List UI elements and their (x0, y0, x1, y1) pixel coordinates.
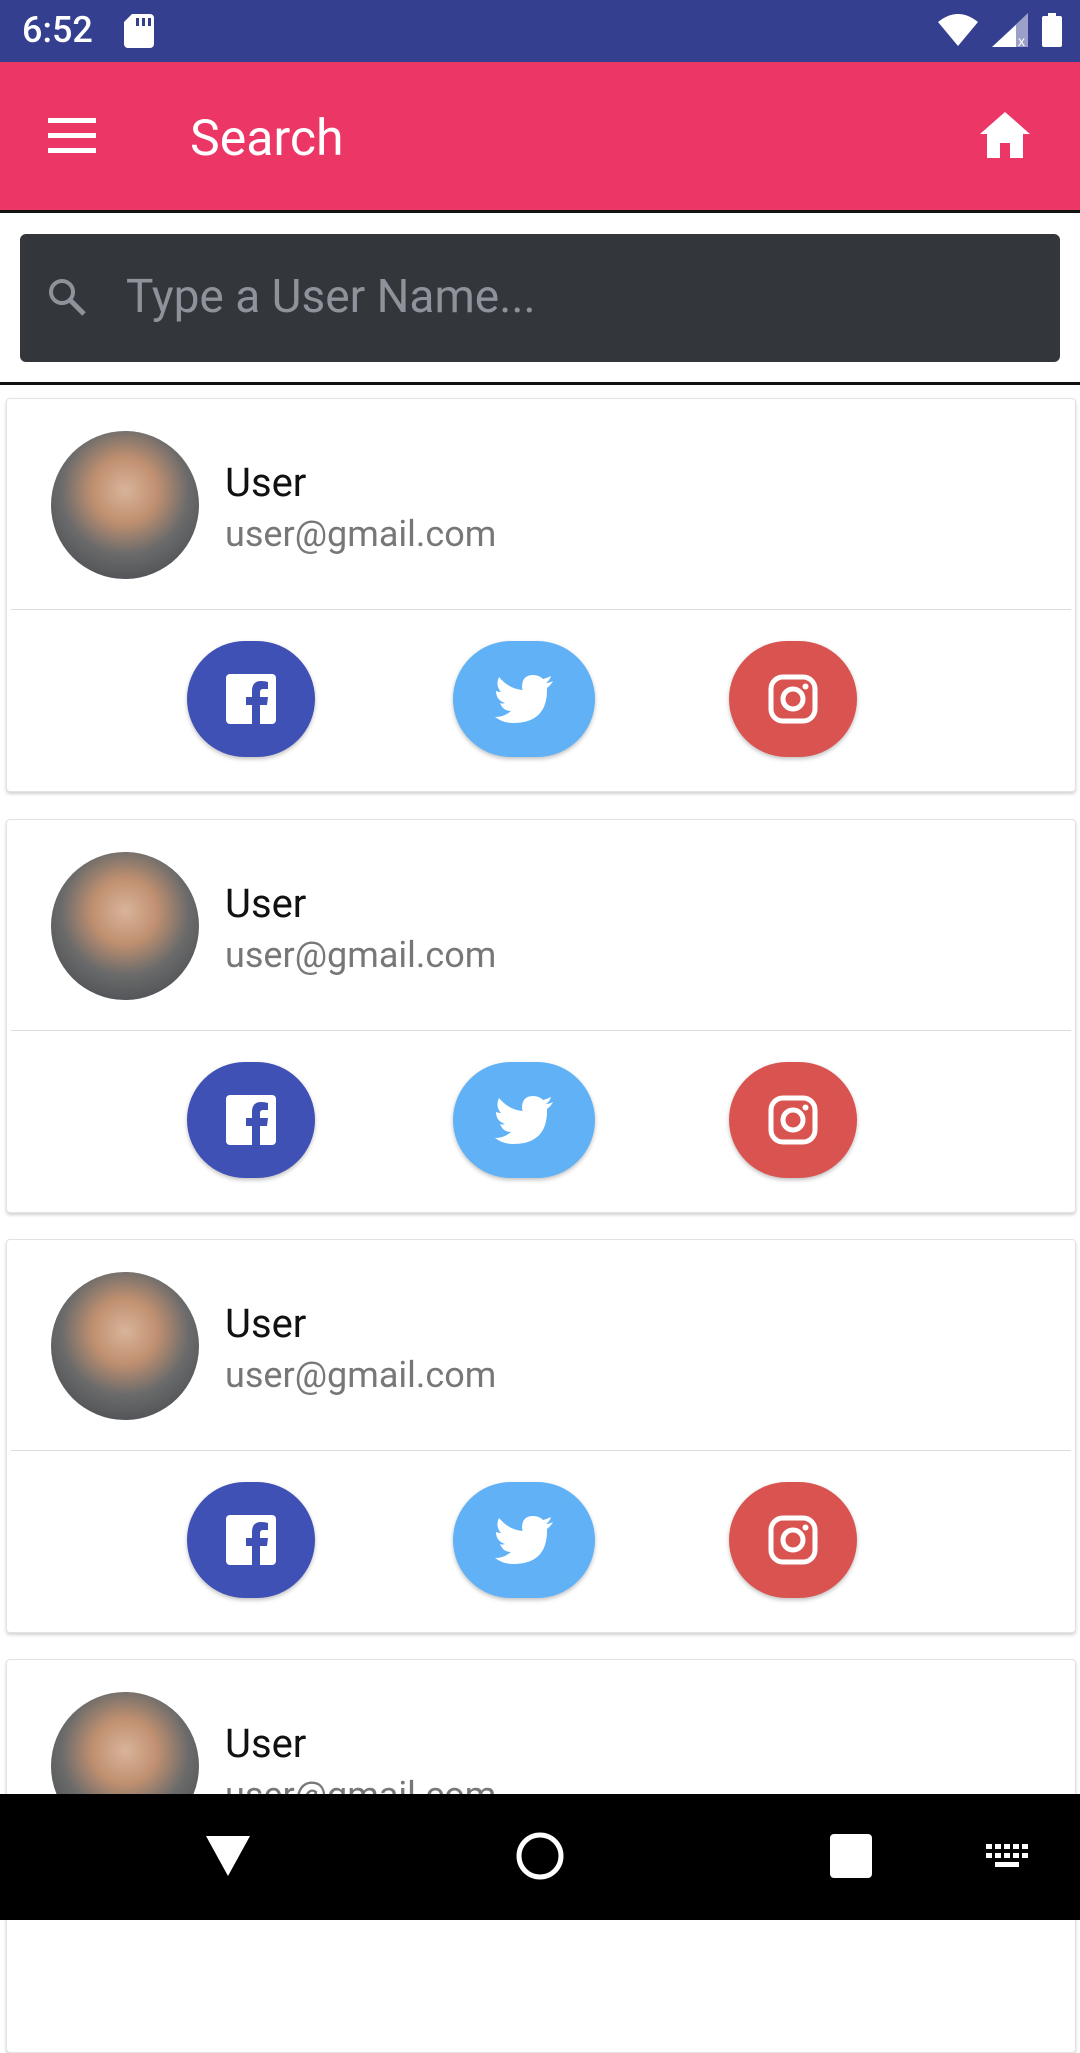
avatar (51, 1272, 199, 1420)
search-divider (0, 382, 1080, 385)
navigation-bar (0, 1794, 1080, 1920)
user-name: User (225, 459, 307, 506)
user-card[interactable]: User user@gmail.com (6, 398, 1076, 792)
user-email: user@gmail.com (225, 513, 497, 555)
facebook-button[interactable] (187, 1062, 315, 1178)
instagram-icon (768, 674, 818, 724)
user-card[interactable]: User user@gmail.com (6, 819, 1076, 1213)
user-email: user@gmail.com (225, 934, 497, 976)
twitter-icon (495, 675, 553, 723)
twitter-button[interactable] (453, 641, 595, 757)
card-divider (11, 1030, 1071, 1031)
app-bar: Search (0, 62, 1080, 210)
twitter-icon (495, 1096, 553, 1144)
avatar (51, 852, 199, 1000)
user-name: User (225, 1300, 307, 1347)
search-placeholder: Type a User Name... (126, 270, 536, 324)
card-divider (11, 1450, 1071, 1451)
avatar (51, 431, 199, 579)
facebook-button[interactable] (187, 1482, 315, 1598)
twitter-icon (495, 1516, 553, 1564)
wifi-icon (938, 14, 978, 50)
search-icon (46, 276, 88, 322)
signal-icon: x (992, 13, 1028, 51)
status-time: 6:52 (22, 9, 93, 51)
instagram-button[interactable] (729, 1482, 857, 1598)
user-email: user@gmail.com (225, 1354, 497, 1396)
facebook-icon (226, 1515, 276, 1565)
battery-icon (1042, 13, 1062, 51)
instagram-icon (768, 1515, 818, 1565)
user-name: User (225, 880, 307, 927)
sd-card-icon (124, 14, 154, 52)
home-icon[interactable] (980, 112, 1030, 162)
facebook-button[interactable] (187, 641, 315, 757)
menu-icon[interactable] (48, 118, 96, 154)
svg-text:x: x (1018, 33, 1025, 47)
home-nav-icon[interactable] (514, 1830, 566, 1886)
twitter-button[interactable] (453, 1482, 595, 1598)
facebook-icon (226, 674, 276, 724)
instagram-button[interactable] (729, 641, 857, 757)
user-card[interactable]: User user@gmail.com (6, 1239, 1076, 1633)
back-icon[interactable] (206, 1836, 250, 1880)
instagram-icon (768, 1095, 818, 1145)
app-bar-divider (0, 210, 1080, 213)
instagram-button[interactable] (729, 1062, 857, 1178)
user-name: User (225, 1720, 307, 1767)
page-title: Search (190, 110, 344, 168)
recents-icon[interactable] (830, 1834, 872, 1882)
facebook-icon (226, 1095, 276, 1145)
search-input[interactable]: Type a User Name... (20, 234, 1060, 362)
keyboard-icon[interactable] (986, 1844, 1030, 1874)
status-bar: 6:52 x (0, 0, 1080, 62)
card-divider (11, 609, 1071, 610)
twitter-button[interactable] (453, 1062, 595, 1178)
